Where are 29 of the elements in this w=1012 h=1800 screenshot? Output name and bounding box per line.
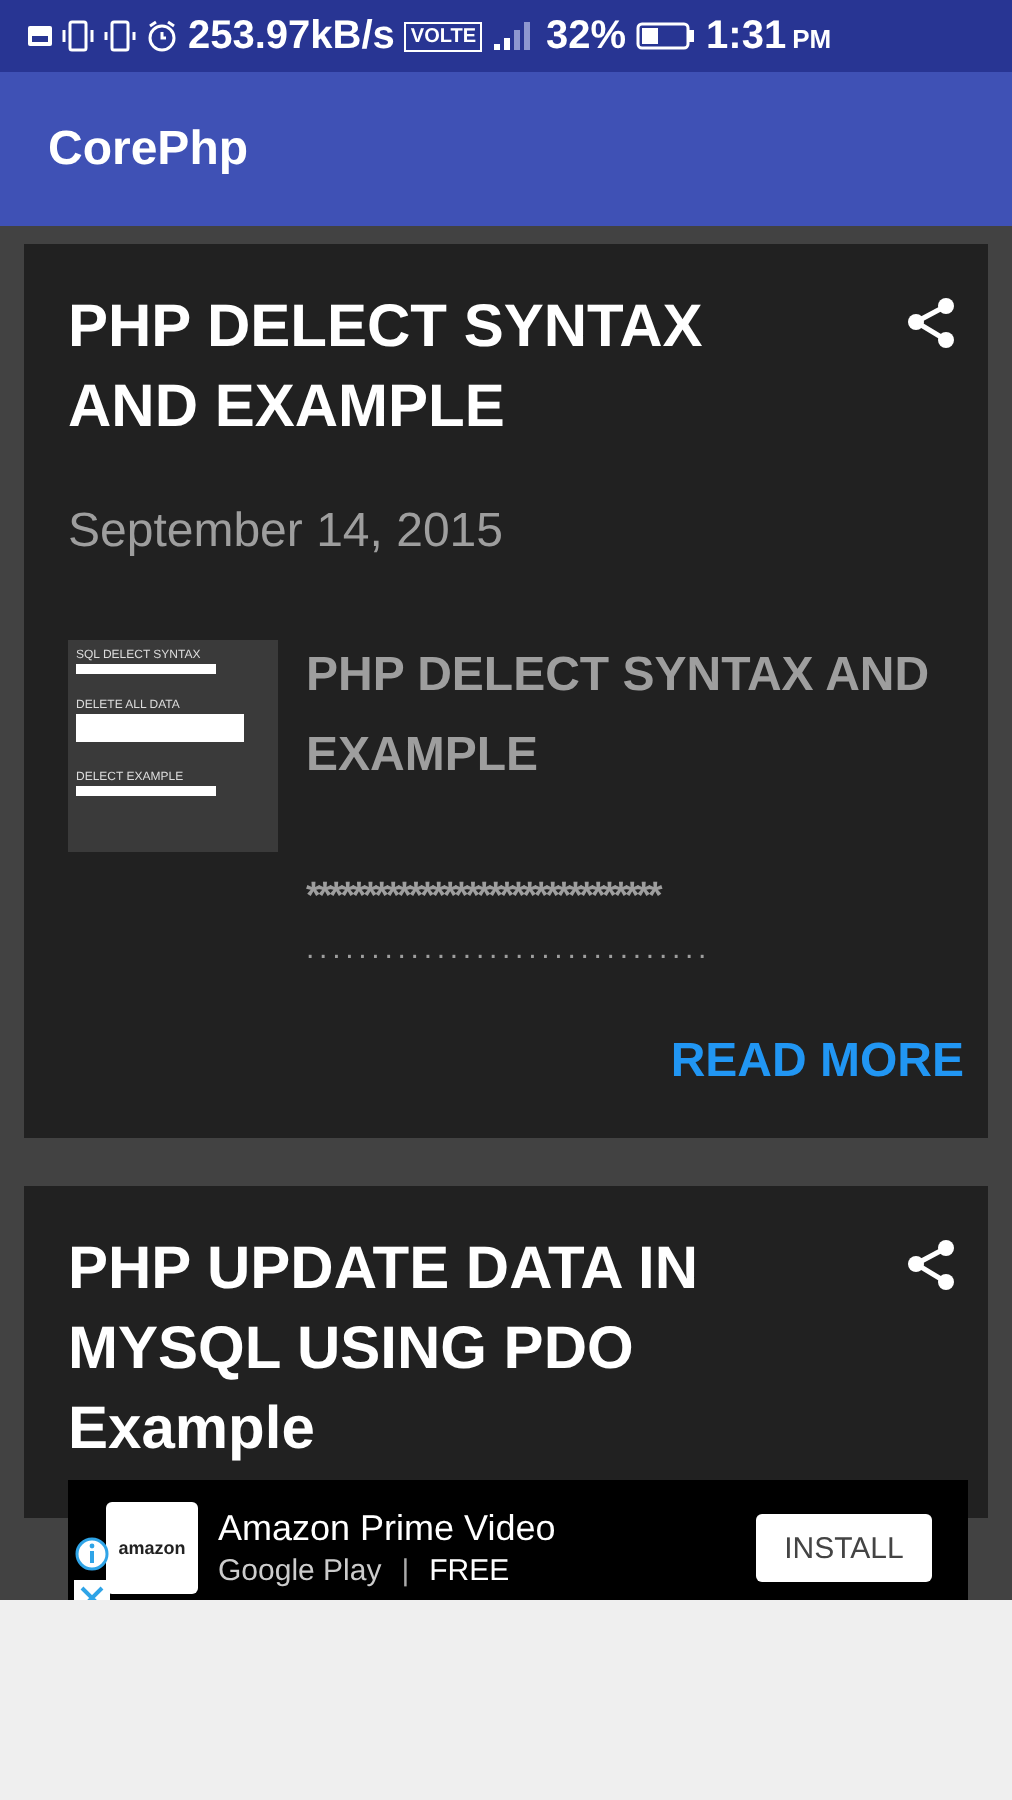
install-button[interactable]: INSTALL xyxy=(756,1514,932,1582)
alarm-icon xyxy=(146,20,178,52)
ad-price: FREE xyxy=(429,1554,510,1588)
separator: | xyxy=(401,1554,410,1588)
asterisk-line: ******************************* xyxy=(306,876,663,920)
store-name: Google Play xyxy=(218,1554,382,1588)
dotted-line: . . . . . . . . . . . . . . . . . . . . . . . . . . . . . . . xyxy=(306,932,707,966)
battery-icon xyxy=(636,22,697,50)
phone-icon xyxy=(104,20,136,52)
network-speed: 253.97kB/s xyxy=(188,13,395,59)
image-icon xyxy=(28,26,52,46)
form-field xyxy=(76,664,216,674)
post-title[interactable]: PHP DELECT SYNTAX AND EXAMPLE xyxy=(68,288,828,448)
form-field xyxy=(76,786,216,796)
post-date: September 14, 2015 xyxy=(68,504,505,560)
share-icon[interactable] xyxy=(906,296,956,350)
app-title: CorePhp xyxy=(48,121,249,177)
volte-badge: VOLTE xyxy=(404,21,483,51)
clock-time: 1:31 xyxy=(706,13,787,59)
info-icon[interactable] xyxy=(74,1536,110,1572)
ad-title: Amazon Prime Video xyxy=(218,1508,558,1550)
logo-text: amazon xyxy=(118,1538,186,1558)
vibrate-icon xyxy=(62,20,94,52)
post-title[interactable]: PHP UPDATE DATA IN MYSQL USING PDO Example xyxy=(68,1230,828,1470)
battery-percent: 32% xyxy=(546,13,627,59)
read-more-link[interactable]: READ MORE xyxy=(670,1034,964,1090)
clock-meridiem: PM xyxy=(792,23,832,53)
post-excerpt: PHP DELECT SYNTAX AND EXAMPLE xyxy=(306,646,932,786)
share-icon[interactable] xyxy=(906,1238,956,1292)
